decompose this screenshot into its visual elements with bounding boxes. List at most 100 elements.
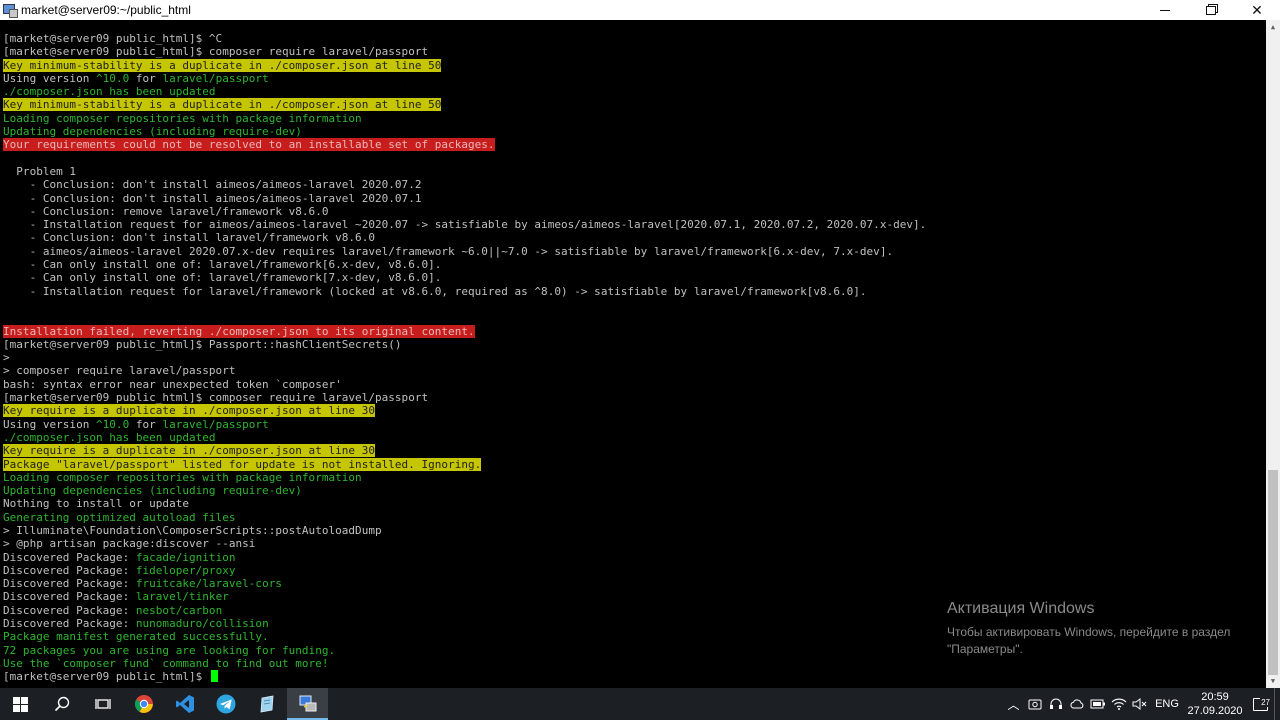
clock-time: 20:59 bbox=[1201, 691, 1229, 703]
terminal-text: Package "laravel/passport" listed for up… bbox=[3, 457, 482, 471]
terminal-area[interactable]: [market@server09 public_html]$ ^C [market… bbox=[0, 20, 1266, 688]
putty-icon bbox=[299, 695, 316, 712]
terminal-text: Key minimum-stability is a duplicate in … bbox=[3, 98, 442, 112]
terminal-text: laravel/passport bbox=[162, 417, 269, 431]
taskbar-app-notepad[interactable] bbox=[246, 688, 287, 720]
terminal-line: Installation failed, reverting ./compose… bbox=[3, 324, 926, 338]
terminal-text: Updating dependencies (including require… bbox=[3, 484, 302, 498]
taskbar-vscode[interactable] bbox=[164, 688, 205, 720]
taskbar: ︿ ENG 20:59 27.09.2020 27 bbox=[0, 688, 1280, 720]
terminal-text: Updating dependencies (including require… bbox=[3, 125, 302, 139]
terminal-text: Discovered Package: bbox=[3, 617, 136, 631]
taskbar-putty[interactable] bbox=[287, 688, 328, 720]
terminal-text: Key require is a duplicate in ./composer… bbox=[3, 404, 375, 418]
tray-app-button[interactable] bbox=[1045, 698, 1066, 710]
notepad-icon bbox=[260, 695, 273, 713]
terminal-text: Use the `composer fund` command to find … bbox=[3, 656, 329, 670]
terminal-text: 72 packages you are using are looking fo… bbox=[3, 643, 336, 657]
terminal-line: - Installation request for aimeos/aimeos… bbox=[3, 218, 927, 232]
language-indicator[interactable]: ENG bbox=[1150, 698, 1184, 710]
terminal-text: Loading composer repositories with packa… bbox=[3, 111, 362, 125]
terminal-line: Key minimum-stability is a duplicate in … bbox=[3, 58, 926, 72]
volume-button[interactable] bbox=[1129, 698, 1150, 710]
show-desktop-button[interactable] bbox=[1274, 688, 1280, 720]
terminal-text: for bbox=[129, 71, 163, 85]
terminal-text: Key require is a duplicate in ./composer… bbox=[3, 444, 375, 458]
terminal-text: [market@server09 public_html]$ Passport:… bbox=[3, 337, 402, 351]
terminal-line: Discovered Package: fruitcake/laravel-co… bbox=[3, 577, 926, 590]
taskbar-chrome[interactable] bbox=[123, 688, 164, 720]
terminal-text: Generating optimized autoload files bbox=[3, 510, 236, 524]
terminal-line: bash: syntax error near unexpected token… bbox=[3, 378, 926, 391]
terminal-text: Package manifest generated successfully. bbox=[3, 630, 269, 644]
terminal-line: [market@server09 public_html]$ composer … bbox=[3, 391, 926, 404]
taskbar-telegram[interactable] bbox=[205, 688, 246, 720]
maximize-button[interactable] bbox=[1188, 0, 1234, 20]
minimize-button[interactable] bbox=[1142, 0, 1188, 20]
start-button[interactable] bbox=[0, 688, 41, 720]
terminal-line: Problem 1 bbox=[3, 165, 926, 178]
minimize-icon bbox=[1160, 9, 1170, 11]
terminal-line: - aimeos/aimeos-laravel 2020.07.x-dev re… bbox=[3, 245, 926, 258]
battery-button[interactable] bbox=[1087, 699, 1108, 709]
terminal-text: - Installation request for aimeos/aimeos… bbox=[3, 218, 927, 232]
terminal-text: laravel/passport bbox=[162, 71, 269, 85]
action-center-button[interactable]: 27 bbox=[1246, 697, 1274, 711]
terminal-text: > Illuminate\Foundation\ComposerScripts:… bbox=[3, 523, 382, 537]
terminal-line: Key minimum-stability is a duplicate in … bbox=[3, 98, 926, 112]
search-button[interactable] bbox=[41, 688, 82, 720]
chrome-icon bbox=[134, 695, 153, 713]
terminal-text: [market@server09 public_html]$ ^C bbox=[3, 32, 223, 45]
camera-icon bbox=[1028, 699, 1041, 710]
scrollbar-thumb[interactable] bbox=[1268, 470, 1278, 675]
terminal-text: Key minimum-stability is a duplicate in … bbox=[3, 58, 442, 72]
search-icon bbox=[54, 696, 69, 712]
terminal-text: Using version bbox=[3, 71, 96, 85]
terminal-line: > @php artisan package:discover --ansi bbox=[3, 537, 926, 550]
terminal-line: Updating dependencies (including require… bbox=[3, 484, 926, 497]
putty-app-icon[interactable] bbox=[3, 3, 18, 18]
terminal-line: - Conclusion: remove laravel/framework v… bbox=[3, 205, 926, 218]
notification-count: 27 bbox=[1260, 697, 1271, 707]
terminal-text: ^10.0 bbox=[96, 71, 130, 85]
scroll-up-arrow-icon[interactable]: ▲ bbox=[1266, 20, 1280, 34]
terminal-text: Installation failed, reverting ./compose… bbox=[3, 324, 475, 338]
terminal-line: - Can only install one of: laravel/frame… bbox=[3, 271, 926, 284]
terminal-text: [market@server09 public_html]$ composer … bbox=[3, 45, 429, 59]
terminal-text: facade/ignition bbox=[135, 550, 236, 564]
terminal-line: > composer require laravel/passport bbox=[3, 364, 926, 377]
terminal-line: Discovered Package: nunomaduro/collision bbox=[3, 617, 926, 630]
tray-app-button[interactable] bbox=[1066, 698, 1087, 710]
terminal-line: - Installation request for laravel/frame… bbox=[3, 285, 926, 298]
terminal-line: > bbox=[3, 351, 926, 364]
telegram-icon bbox=[216, 694, 235, 714]
terminal-text: nesbot/carbon bbox=[135, 603, 223, 617]
terminal-line: [market@server09 public_html]$ bbox=[3, 670, 926, 683]
system-tray: ︿ ENG 20:59 27.09.2020 27 bbox=[1003, 688, 1280, 720]
terminal-text: Discovered Package: bbox=[3, 603, 136, 617]
terminal-text: - Conclusion: don't install aimeos/aimeo… bbox=[3, 178, 422, 192]
terminal-text: Your requirements could not be resolved … bbox=[3, 138, 495, 152]
tray-app-button[interactable] bbox=[1024, 698, 1045, 710]
close-button[interactable]: ✕ bbox=[1234, 0, 1280, 20]
terminal-line: Discovered Package: nesbot/carbon bbox=[3, 604, 926, 617]
clock[interactable]: 20:59 27.09.2020 bbox=[1184, 690, 1246, 718]
terminal-line: - Conclusion: don't install aimeos/aimeo… bbox=[3, 178, 926, 191]
task-view-button[interactable] bbox=[82, 688, 123, 720]
window-titlebar[interactable]: market@server09:~/public_html ✕ bbox=[0, 0, 1280, 20]
window-title: market@server09:~/public_html bbox=[21, 3, 191, 17]
terminal-text: - Conclusion: don't install aimeos/aimeo… bbox=[3, 191, 422, 205]
terminal-text: - Installation request for laravel/frame… bbox=[3, 284, 867, 298]
scroll-down-arrow-icon[interactable]: ▼ bbox=[1266, 674, 1280, 688]
clock-date: 27.09.2020 bbox=[1187, 705, 1243, 717]
wifi-icon bbox=[1111, 698, 1126, 710]
terminal-line: [market@server09 public_html]$ Passport:… bbox=[3, 338, 926, 351]
show-hidden-icons-button[interactable]: ︿ bbox=[1003, 696, 1024, 713]
terminal-text: fruitcake/laravel-cors bbox=[135, 577, 282, 591]
vertical-scrollbar[interactable]: ▲ ▼ bbox=[1266, 20, 1280, 688]
terminal-text: for bbox=[129, 417, 163, 431]
terminal-text: laravel/tinker bbox=[135, 590, 229, 604]
network-button[interactable] bbox=[1108, 698, 1129, 710]
